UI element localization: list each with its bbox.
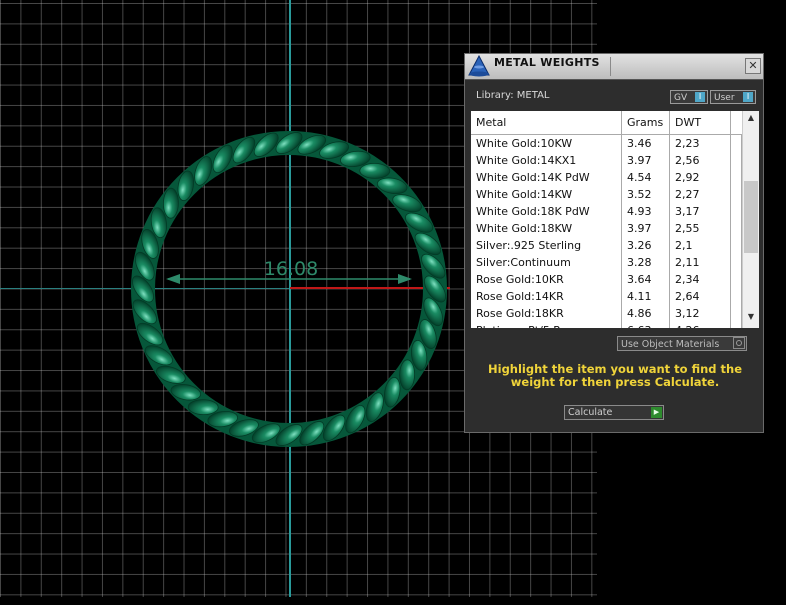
titlebar-divider	[610, 57, 611, 76]
table-row[interactable]: White Gold:14K PdW 4.54 2,92	[471, 169, 742, 186]
user-toggle-knob: I	[743, 92, 753, 102]
grams-cell: 4.93	[622, 203, 670, 220]
ring-twists	[132, 132, 446, 446]
grams-cell: 4.54	[622, 169, 670, 186]
spacer-cell	[731, 203, 742, 220]
dwt-cell: 3,12	[670, 305, 731, 322]
use-object-materials-toggle[interactable]: Use Object Materials	[617, 336, 747, 351]
panel-titlebar[interactable]: METAL WEIGHTS ✕	[465, 54, 763, 80]
dwt-cell: 2,55	[670, 220, 731, 237]
table-row[interactable]: Rose Gold:14KR 4.11 2,64	[471, 288, 742, 305]
table-row[interactable]: White Gold:10KW 3.46 2,23	[471, 135, 742, 152]
table-row[interactable]: White Gold:14KW 3.52 2,27	[471, 186, 742, 203]
metal-cell: White Gold:18KW	[471, 220, 622, 237]
use-object-materials-checkbox[interactable]	[733, 337, 745, 349]
user-toggle[interactable]: User I	[710, 90, 756, 104]
metal-cell: White Gold:14KX1	[471, 152, 622, 169]
dwt-cell: 2,56	[670, 152, 731, 169]
metal-cell: White Gold:18K PdW	[471, 203, 622, 220]
spacer-cell	[731, 220, 742, 237]
dwt-cell: 2,27	[670, 186, 731, 203]
metal-cell: White Gold:14KW	[471, 186, 622, 203]
metal-cell: White Gold:10KW	[471, 135, 622, 152]
scroll-thumb[interactable]	[744, 181, 758, 253]
close-button[interactable]: ✕	[745, 58, 761, 74]
spacer-cell	[731, 305, 742, 322]
column-header-grams[interactable]: Grams	[622, 111, 670, 134]
grams-cell: 4.11	[622, 288, 670, 305]
dwt-cell: 2,11	[670, 254, 731, 271]
user-toggle-label: User	[714, 93, 735, 103]
grams-cell: 3.26	[622, 237, 670, 254]
spacer-cell	[731, 186, 742, 203]
play-arrow-icon: ▶	[651, 407, 662, 418]
library-label: Library: METAL	[476, 90, 550, 101]
spacer-cell	[731, 254, 742, 271]
gv-toggle[interactable]: GV I	[670, 90, 708, 104]
rope-twist	[359, 162, 391, 179]
dwt-cell: 2,23	[670, 135, 731, 152]
use-object-materials-label: Use Object Materials	[621, 339, 720, 350]
table-header: Metal Grams DWT	[471, 111, 742, 135]
spacer-cell	[731, 271, 742, 288]
spacer-cell	[731, 288, 742, 305]
table-row[interactable]: White Gold:18KW 3.97 2,55	[471, 220, 742, 237]
grams-cell: 3.52	[622, 186, 670, 203]
calculate-label: Calculate	[568, 407, 613, 418]
dwt-cell: 4,26	[670, 322, 731, 328]
column-header-metal[interactable]: Metal	[471, 111, 622, 134]
dimension-arrow-left	[166, 274, 180, 284]
gv-toggle-label: GV	[674, 93, 688, 103]
metal-cell: Rose Gold:10KR	[471, 271, 622, 288]
column-header-dwt[interactable]: DWT	[670, 111, 731, 134]
dimension-arrow-right	[398, 274, 412, 284]
gv-toggle-knob: I	[695, 92, 705, 102]
table-scrollbar[interactable]: ▲ ▼	[742, 111, 759, 328]
metal-cell: Platinum:Pt/5 Ru	[471, 322, 622, 328]
table-row[interactable]: White Gold:18K PdW 4.93 3,17	[471, 203, 742, 220]
metal-table[interactable]: Metal Grams DWT White Gold:10KW 3.46 2,23 W…	[471, 111, 759, 328]
grams-cell: 3.97	[622, 220, 670, 237]
dwt-cell: 2,92	[670, 169, 731, 186]
metal-cell: Silver:.925 Sterling	[471, 237, 622, 254]
scroll-down-icon[interactable]: ▼	[743, 312, 759, 324]
table-row[interactable]: Rose Gold:18KR 4.86 3,12	[471, 305, 742, 322]
dimension-label: 16.08	[264, 258, 318, 280]
grams-cell: 3.46	[622, 135, 670, 152]
spacer-cell	[731, 322, 742, 328]
grams-cell: 4.86	[622, 305, 670, 322]
table-row[interactable]: Rose Gold:10KR 3.64 2,34	[471, 271, 742, 288]
calculate-button[interactable]: Calculate ▶	[564, 405, 664, 420]
metal-cell: Silver:Continuum	[471, 254, 622, 271]
table-row[interactable]: Platinum:Pt/5 Ru6.634,26	[471, 322, 742, 328]
spacer-cell	[731, 135, 742, 152]
grams-cell: 3.97	[622, 152, 670, 169]
grams-cell: 3.28	[622, 254, 670, 271]
spacer-cell	[731, 152, 742, 169]
column-header-spacer	[731, 111, 742, 134]
dwt-cell: 2,34	[670, 271, 731, 288]
spacer-cell	[731, 169, 742, 186]
rope-twist	[399, 359, 416, 391]
metal-cell: Rose Gold:18KR	[471, 305, 622, 322]
instruction-text: Highlight the item you want to find the …	[488, 362, 742, 389]
table-row[interactable]: White Gold:14KX1 3.97 2,56	[471, 152, 742, 169]
table-row[interactable]: Silver:.925 Sterling 3.26 2,1	[471, 237, 742, 254]
grams-cell: 3.64	[622, 271, 670, 288]
table-body: White Gold:10KW 3.46 2,23 White Gold:14KX1 3…	[471, 135, 742, 328]
rope-twist	[162, 187, 179, 219]
metal-cell: White Gold:14K PdW	[471, 169, 622, 186]
scroll-up-icon[interactable]: ▲	[743, 113, 759, 125]
table-row[interactable]: Silver:Continuum 3.28 2,11	[471, 254, 742, 271]
dwt-cell: 2,1	[670, 237, 731, 254]
panel-title: METAL WEIGHTS	[494, 56, 600, 69]
dwt-cell: 2,64	[670, 288, 731, 305]
grams-cell: 6.63	[622, 322, 670, 328]
spacer-cell	[731, 237, 742, 254]
dwt-cell: 3,17	[670, 203, 731, 220]
metal-cell: Rose Gold:14KR	[471, 288, 622, 305]
metal-weights-panel: METAL WEIGHTS ✕ Library: METAL GV I User…	[464, 53, 764, 433]
cone-app-icon	[468, 55, 490, 77]
rope-twist	[187, 399, 219, 416]
